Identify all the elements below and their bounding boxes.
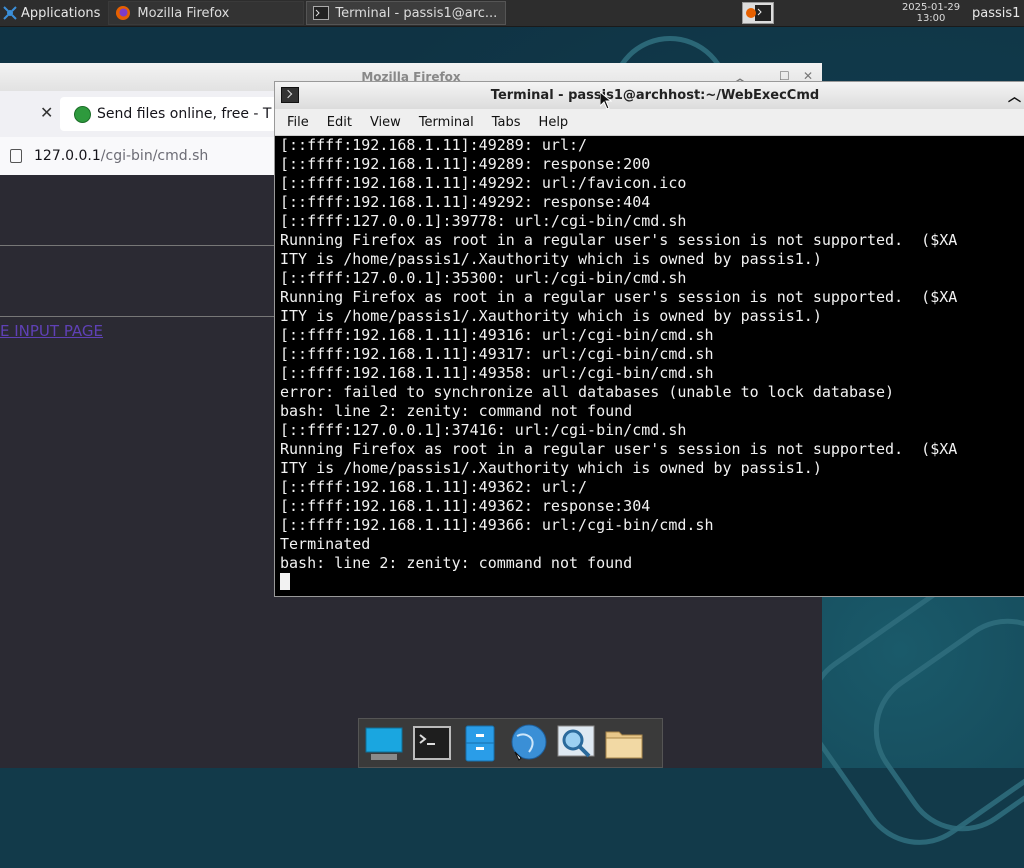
- user-menu[interactable]: passis1: [972, 0, 1020, 26]
- terminal-titlebar[interactable]: Terminal - passis1@archhost:~/WebExecCmd…: [275, 82, 1024, 109]
- app-finder-icon[interactable]: [555, 722, 597, 764]
- clock[interactable]: 2025-01-29 13:00: [885, 0, 977, 26]
- terminal-line: Terminated: [280, 535, 371, 553]
- terminal-line: Running Firefox as root in a regular use…: [280, 288, 958, 306]
- clock-time: 13:00: [916, 13, 946, 24]
- terminal-icon[interactable]: [411, 722, 453, 764]
- dock: [358, 718, 663, 768]
- taskbar-firefox[interactable]: Mozilla Firefox: [108, 1, 305, 25]
- applications-icon: [3, 6, 17, 20]
- web-browser-icon[interactable]: [507, 722, 549, 764]
- terminal-output[interactable]: [::ffff:192.168.1.11]:49289: url:/[::fff…: [280, 136, 1024, 592]
- terminal-line: [::ffff:192.168.1.11]:49358: url:/cgi-bi…: [280, 364, 714, 382]
- terminal-line: ITY is /home/passis1/.Xauthority which i…: [280, 250, 822, 268]
- terminal-menubar: File Edit View Terminal Tabs Help: [275, 109, 1024, 136]
- terminal-line: [::ffff:127.0.0.1]:39778: url:/cgi-bin/c…: [280, 212, 687, 230]
- page-link[interactable]: E INPUT PAGE: [0, 322, 103, 340]
- terminal-line: [::ffff:192.168.1.11]:49292: response:40…: [280, 193, 651, 211]
- menu-edit[interactable]: Edit: [321, 115, 358, 130]
- folder-icon[interactable]: [603, 722, 645, 764]
- menu-tabs[interactable]: Tabs: [486, 115, 527, 130]
- tab-close-icon[interactable]: ✕: [40, 103, 53, 122]
- terminal-line: bash: line 2: zenity: command not found: [280, 402, 633, 420]
- firefox-tab[interactable]: Send files online, free - T: [60, 97, 282, 131]
- url-path: /cgi-bin/cmd.sh: [100, 148, 209, 164]
- terminal-line: [::ffff:192.168.1.11]:49289: url:/: [280, 136, 588, 154]
- terminal-window-title: Terminal - passis1@archhost:~/WebExecCmd: [490, 88, 820, 103]
- terminal-icon: [313, 6, 330, 20]
- terminal-window: Terminal - passis1@archhost:~/WebExecCmd…: [274, 81, 1024, 597]
- applications-menu[interactable]: Applications: [0, 0, 104, 26]
- terminal-line: Running Firefox as root in a regular use…: [280, 440, 958, 458]
- terminal-line: [::ffff:192.168.1.11]:49292: url:/favico…: [280, 174, 687, 192]
- terminal-line: Running Firefox as root in a regular use…: [280, 231, 958, 249]
- file-manager-icon[interactable]: [459, 722, 501, 764]
- terminal-line: error: failed to synchronize all databas…: [280, 383, 895, 401]
- menu-file[interactable]: File: [281, 115, 315, 130]
- terminal-line: [::ffff:127.0.0.1]:35300: url:/cgi-bin/c…: [280, 269, 687, 287]
- menu-view[interactable]: View: [364, 115, 407, 130]
- terminal-line: [::ffff:192.168.1.11]:49289: response:20…: [280, 155, 651, 173]
- taskbar-firefox-label: Mozilla Firefox: [137, 5, 230, 21]
- terminal-line: ITY is /home/passis1/.Xauthority which i…: [280, 307, 822, 325]
- terminal-line: ITY is /home/passis1/.Xauthority which i…: [280, 459, 822, 477]
- desktop-icon[interactable]: [363, 722, 405, 764]
- clock-date: 2025-01-29: [901, 2, 961, 13]
- applications-menu-label: Applications: [21, 5, 101, 21]
- menu-terminal[interactable]: Terminal: [413, 115, 480, 130]
- terminal-line: [::ffff:192.168.1.11]:49362: response:30…: [280, 497, 651, 515]
- firefox-tab-title: Send files online, free - T: [97, 106, 272, 122]
- divider: [0, 245, 280, 246]
- favicon-icon: [74, 105, 91, 123]
- url-host: 127.0.0.1: [34, 148, 101, 164]
- page-icon: [10, 149, 22, 163]
- terminal-line: [::ffff:192.168.1.11]:49362: url:/: [280, 478, 588, 496]
- terminal-line: [::ffff:192.168.1.11]:49317: url:/cgi-bi…: [280, 345, 714, 363]
- firefox-icon: [116, 6, 131, 20]
- tray-terminal-icon[interactable]: [742, 2, 774, 24]
- terminal-cursor: [280, 573, 290, 590]
- terminal-line: [::ffff:127.0.0.1]:37416: url:/cgi-bin/c…: [280, 421, 687, 439]
- chevron-up-icon[interactable]: ︿: [1008, 86, 1021, 105]
- divider: [0, 316, 280, 317]
- terminal-prompt-line[interactable]: [280, 573, 1024, 592]
- terminal-line: [::ffff:192.168.1.11]:49316: url:/cgi-bi…: [280, 326, 714, 344]
- top-panel: Applications Mozilla Firefox Terminal - …: [0, 0, 1024, 27]
- terminal-line: [::ffff:192.168.1.11]:49366: url:/cgi-bi…: [280, 516, 714, 534]
- menu-help[interactable]: Help: [533, 115, 575, 130]
- taskbar-terminal[interactable]: Terminal - passis1@arc...: [306, 1, 507, 25]
- taskbar-terminal-label: Terminal - passis1@arc...: [335, 5, 498, 21]
- terminal-line: bash: line 2: zenity: command not found: [280, 554, 633, 572]
- url-bar[interactable]: 127.0.0.1/cgi-bin/cmd.sh: [4, 141, 280, 171]
